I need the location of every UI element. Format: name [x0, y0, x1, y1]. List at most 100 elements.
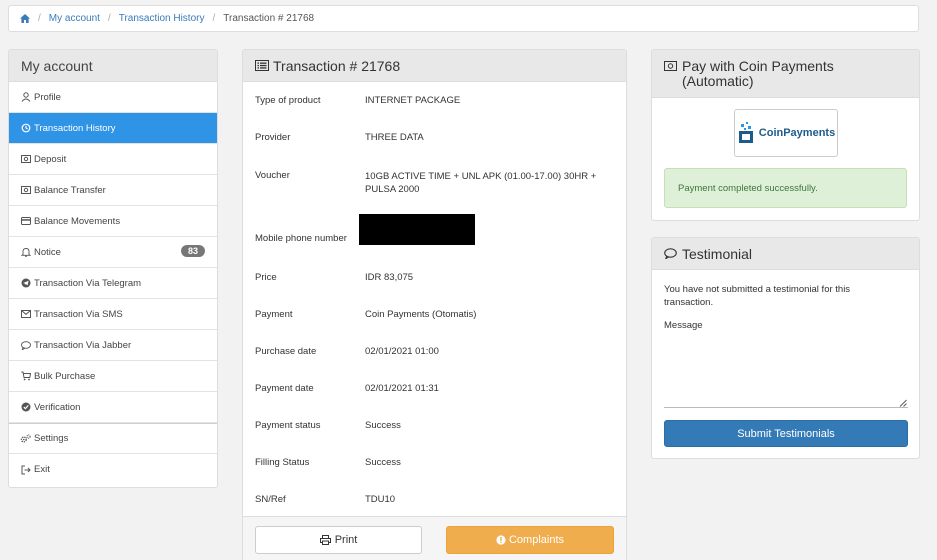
sidebar-item-label: Balance Movements	[34, 215, 121, 227]
sidebar-item-profile[interactable]: Profile	[9, 82, 217, 113]
envelope-icon	[20, 309, 31, 320]
detail-row-price: Price IDR 83,075	[255, 259, 626, 296]
telegram-icon	[20, 278, 31, 289]
breadcrumb-separator: /	[107, 13, 111, 24]
testimonial-panel: Testimonial You have not submitted a tes…	[651, 237, 920, 459]
transaction-heading: Transaction # 21768	[243, 50, 626, 82]
transaction-title: Transaction # 21768	[273, 57, 401, 74]
sidebar-item-balance-transfer[interactable]: Balance Transfer	[9, 175, 217, 206]
sidebar-item-notice[interactable]: Notice 83	[9, 237, 217, 268]
notice-count-badge: 83	[180, 245, 205, 257]
account-sidebar: My account Profile Transaction History D…	[8, 49, 218, 488]
print-icon	[319, 535, 331, 545]
check-circle-icon	[20, 402, 31, 413]
coin-payments-panel: Pay with Coin Payments (Automatic) CoinP…	[651, 49, 920, 221]
detail-value: Success	[365, 420, 401, 431]
sidebar-item-transaction-history[interactable]: Transaction History	[9, 113, 217, 144]
sidebar-item-deposit[interactable]: Deposit	[9, 144, 217, 175]
print-label: Print	[334, 534, 358, 546]
sidebar-item-telegram[interactable]: Transaction Via Telegram	[9, 268, 217, 299]
sidebar-item-label: Deposit	[34, 153, 67, 165]
breadcrumb-separator: /	[38, 13, 41, 24]
message-textarea[interactable]	[664, 336, 908, 408]
breadcrumb-my-account[interactable]: My account	[49, 13, 100, 24]
detail-label: Mobile phone number	[255, 232, 347, 244]
cart-icon	[20, 371, 31, 382]
breadcrumb: / My account / Transaction History / Tra…	[8, 5, 919, 32]
sidebar-item-label: Transaction Via SMS	[34, 308, 123, 320]
bell-icon	[20, 247, 31, 258]
detail-row-payment-status: Payment status Success	[255, 407, 626, 444]
coinpayments-logo[interactable]: CoinPayments	[734, 109, 838, 157]
gears-icon	[20, 433, 31, 444]
detail-value: IDR 83,075	[365, 272, 414, 283]
payment-success-alert: Payment completed successfully.	[664, 168, 907, 208]
detail-label: Payment date	[255, 383, 314, 394]
detail-row-type-of-product: Type of product INTERNET PACKAGE	[255, 82, 626, 119]
transaction-actions: Print Complaints	[243, 516, 626, 560]
detail-row-payment-date: Payment date 02/01/2021 01:31	[255, 370, 626, 407]
exclamation-circle-icon	[496, 535, 506, 545]
money-icon	[20, 154, 31, 165]
detail-value: THREE DATA	[365, 132, 424, 143]
complaints-button[interactable]: Complaints	[446, 526, 614, 554]
sidebar-item-label: Transaction Via Telegram	[34, 277, 142, 289]
textarea-resize-handle[interactable]	[899, 399, 907, 407]
sidebar-item-label: Transaction Via Jabber	[34, 339, 132, 351]
list-alt-icon	[255, 60, 269, 71]
coinpayments-logo-text: CoinPayments	[758, 127, 836, 139]
detail-label: Type of product	[255, 95, 321, 106]
complaints-label: Complaints	[508, 534, 565, 546]
detail-row-provider: Provider THREE DATA	[255, 119, 626, 156]
testimonial-heading: Testimonial	[652, 238, 919, 270]
sidebar-item-sms[interactable]: Transaction Via SMS	[9, 299, 217, 330]
sidebar-item-bulk-purchase[interactable]: Bulk Purchase	[9, 361, 217, 392]
detail-label: Payment status	[255, 420, 321, 431]
detail-value: 02/01/2021 01:00	[365, 346, 439, 357]
detail-row-purchase-date: Purchase date 02/01/2021 01:00	[255, 333, 626, 370]
money-icon	[664, 61, 677, 71]
detail-row-sn-ref: SN/Ref TDU10	[255, 481, 626, 518]
home-icon[interactable]	[20, 14, 30, 23]
sidebar-item-label: Profile	[34, 91, 61, 103]
detail-label: Payment	[255, 309, 293, 320]
sidebar-item-settings[interactable]: Settings	[9, 423, 217, 454]
coin-payments-heading: Pay with Coin Payments (Automatic)	[652, 50, 919, 98]
sidebar-title: My account	[9, 50, 217, 82]
sidebar-item-balance-movements[interactable]: Balance Movements	[9, 206, 217, 237]
history-icon	[20, 123, 31, 134]
detail-value: INTERNET PACKAGE	[365, 95, 461, 106]
sidebar-item-label: Balance Transfer	[34, 184, 106, 196]
print-button[interactable]: Print	[255, 526, 422, 554]
sidebar-item-jabber[interactable]: Transaction Via Jabber	[9, 330, 217, 361]
sidebar-item-verification[interactable]: Verification	[9, 392, 217, 423]
breadcrumb-transaction-history[interactable]: Transaction History	[119, 13, 205, 24]
sidebar-item-label: Settings	[34, 433, 69, 444]
detail-row-voucher: Voucher 10GB ACTIVE TIME + UNL APK (01.0…	[255, 156, 626, 201]
sidebar-item-label: Bulk Purchase	[34, 370, 96, 382]
sidebar-menu: Profile Transaction History Deposit Bala…	[9, 82, 217, 485]
breadcrumb-current: Transaction # 21768	[223, 13, 315, 24]
credit-card-icon	[20, 216, 31, 227]
sidebar-item-label: Exit	[34, 464, 50, 475]
detail-row-payment: Payment Coin Payments (Otomatis)	[255, 296, 626, 333]
comments-icon	[664, 248, 677, 259]
sign-out-icon	[20, 464, 31, 475]
breadcrumb-separator: /	[212, 13, 216, 24]
detail-value: Coin Payments (Otomatis)	[365, 309, 477, 320]
coinpayments-logo-mark	[738, 122, 753, 143]
transaction-panel: Transaction # 21768 Type of product INTE…	[242, 49, 627, 560]
detail-label: SN/Ref	[255, 494, 286, 505]
detail-value: 02/01/2021 01:31	[365, 383, 439, 394]
submit-testimonials-button[interactable]: Submit Testimonials	[664, 420, 908, 447]
detail-value: 10GB ACTIVE TIME + UNL APK (01.00-17.00)…	[365, 171, 597, 195]
user-icon	[20, 92, 31, 103]
sidebar-item-exit[interactable]: Exit	[9, 454, 217, 485]
detail-value: TDU10	[365, 494, 396, 505]
detail-value: Success	[365, 457, 401, 468]
testimonial-notice: You have not submitted a testimonial for…	[664, 284, 851, 308]
detail-label: Price	[255, 272, 277, 283]
coin-payments-title: Pay with Coin Payments (Automatic)	[682, 58, 834, 89]
detail-label: Provider	[255, 132, 291, 143]
sidebar-item-label: Transaction History	[34, 122, 116, 134]
